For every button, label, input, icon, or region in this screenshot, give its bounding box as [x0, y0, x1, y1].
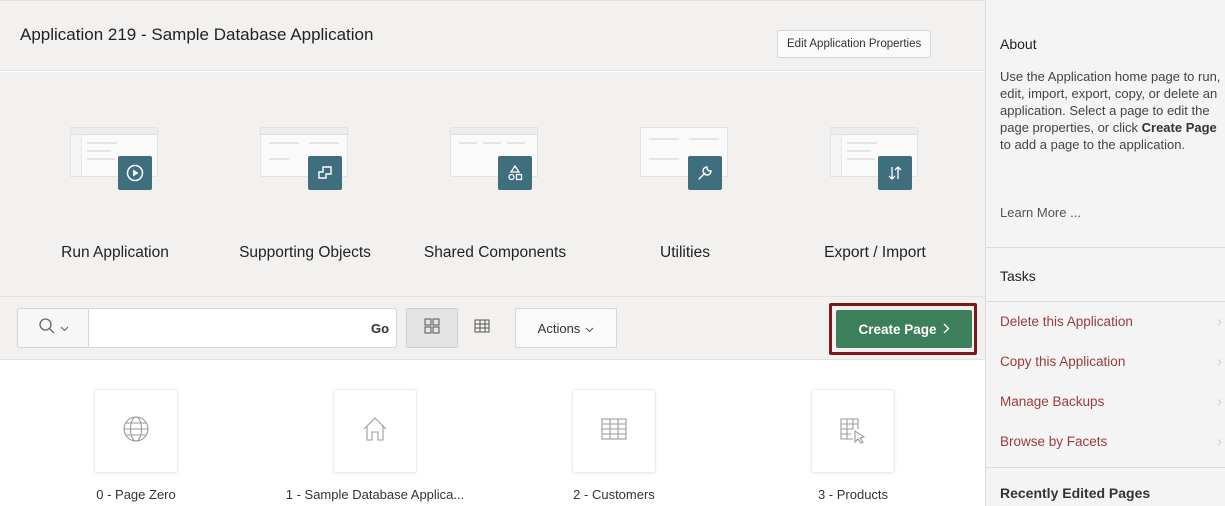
page-list: 0 - Page Zero 1 - Sample Database Applic…: [0, 361, 985, 506]
side-panel: About Use the Application home page to r…: [985, 0, 1225, 506]
supporting-objects-icon: [308, 156, 342, 190]
page-icon-box: [333, 389, 417, 473]
task-manage-backups[interactable]: Manage Backups ›: [986, 382, 1225, 422]
app-header: Application 219 - Sample Database Applic…: [0, 1, 985, 71]
about-heading: About: [1000, 36, 1037, 52]
main-panel: Application 219 - Sample Database Applic…: [0, 0, 985, 506]
task-browse-by-facets[interactable]: Browse by Facets ›: [986, 422, 1225, 462]
tile-illustration: [65, 127, 165, 217]
task-label: Copy this Application: [1000, 354, 1126, 369]
tile-supporting-objects[interactable]: Supporting Objects: [210, 72, 400, 296]
search-bar: Go: [17, 308, 397, 348]
edit-application-properties-button[interactable]: Edit Application Properties: [777, 30, 932, 58]
run-icon: [118, 156, 152, 190]
table-cursor-icon: [838, 414, 868, 449]
page-card-1[interactable]: 1 - Sample Database Applica...: [260, 389, 490, 506]
chevron-right-icon: ›: [1217, 313, 1222, 330]
table-icon: [599, 414, 629, 449]
chevron-down-icon: [60, 319, 69, 337]
task-label: Delete this Application: [1000, 314, 1133, 329]
about-create-page-bold: Create Page: [1141, 120, 1217, 135]
page-card-2[interactable]: 2 - Customers: [499, 389, 729, 506]
divider: [986, 467, 1225, 468]
page-icon-box: [572, 389, 656, 473]
tile-illustration: [445, 127, 545, 217]
page-label: 1 - Sample Database Applica...: [285, 487, 465, 502]
page-icon-box: [811, 389, 895, 473]
actions-label: Actions: [537, 320, 581, 336]
about-text: Use the Application home page to run, ed…: [1000, 69, 1221, 152]
divider: [986, 247, 1225, 248]
globe-icon: [121, 414, 151, 449]
tile-run-application[interactable]: Run Application: [20, 72, 210, 296]
chevron-right-icon: ›: [1217, 433, 1222, 450]
tile-label: Shared Components: [423, 244, 567, 261]
tile-illustration: [255, 127, 355, 217]
page-icon-box: [94, 389, 178, 473]
report-view-icon: [474, 319, 490, 338]
chevron-down-icon: [585, 321, 594, 336]
page-label: 3 - Products: [817, 487, 889, 502]
grid-view-icon: [424, 318, 440, 339]
home-icon: [360, 414, 390, 449]
page-card-0[interactable]: 0 - Page Zero: [21, 389, 251, 506]
search-options-dropdown[interactable]: [18, 309, 89, 347]
tile-label: Supporting Objects: [239, 244, 371, 261]
tile-label: Utilities: [660, 244, 710, 261]
chevron-right-icon: [943, 322, 950, 337]
tile-illustration: [635, 127, 735, 217]
learn-more-link[interactable]: Learn More ...: [1000, 205, 1081, 220]
page-card-3[interactable]: 3 - Products: [738, 389, 968, 506]
tile-label: Export / Import: [824, 244, 926, 261]
tile-utilities[interactable]: Utilities: [590, 72, 780, 296]
icon-view-button[interactable]: [406, 308, 458, 348]
application-tiles: Run Application Supporting Objects Share…: [0, 72, 985, 296]
page-toolbar: Go Actions Create Page: [0, 296, 985, 360]
page-label: 2 - Customers: [573, 487, 655, 502]
tile-illustration: [825, 127, 925, 217]
recently-edited-heading: Recently Edited Pages: [1000, 485, 1151, 501]
report-view-button[interactable]: [458, 308, 506, 348]
shared-components-icon: [498, 156, 532, 190]
page-label: 0 - Page Zero: [96, 487, 176, 502]
create-page-label: Create Page: [858, 321, 937, 337]
chevron-right-icon: ›: [1217, 393, 1222, 410]
export-import-icon: [878, 156, 912, 190]
chevron-right-icon: ›: [1217, 353, 1222, 370]
create-page-button[interactable]: Create Page: [836, 310, 972, 348]
task-copy-application[interactable]: Copy this Application ›: [986, 342, 1225, 382]
actions-menu-button[interactable]: Actions: [515, 308, 617, 348]
wrench-icon: [688, 156, 722, 190]
page-title: Application 219 - Sample Database Applic…: [20, 25, 374, 44]
tile-shared-components[interactable]: Shared Components: [400, 72, 590, 296]
tasks-heading: Tasks: [1000, 268, 1036, 284]
search-icon: [38, 317, 56, 340]
task-label: Browse by Facets: [1000, 434, 1108, 449]
task-delete-application[interactable]: Delete this Application ›: [986, 302, 1225, 342]
go-button[interactable]: Go: [363, 309, 397, 347]
tile-label: Run Application: [61, 244, 169, 261]
tile-export-import[interactable]: Export / Import: [780, 72, 970, 296]
task-label: Manage Backups: [1000, 394, 1105, 409]
search-input[interactable]: [90, 309, 363, 347]
